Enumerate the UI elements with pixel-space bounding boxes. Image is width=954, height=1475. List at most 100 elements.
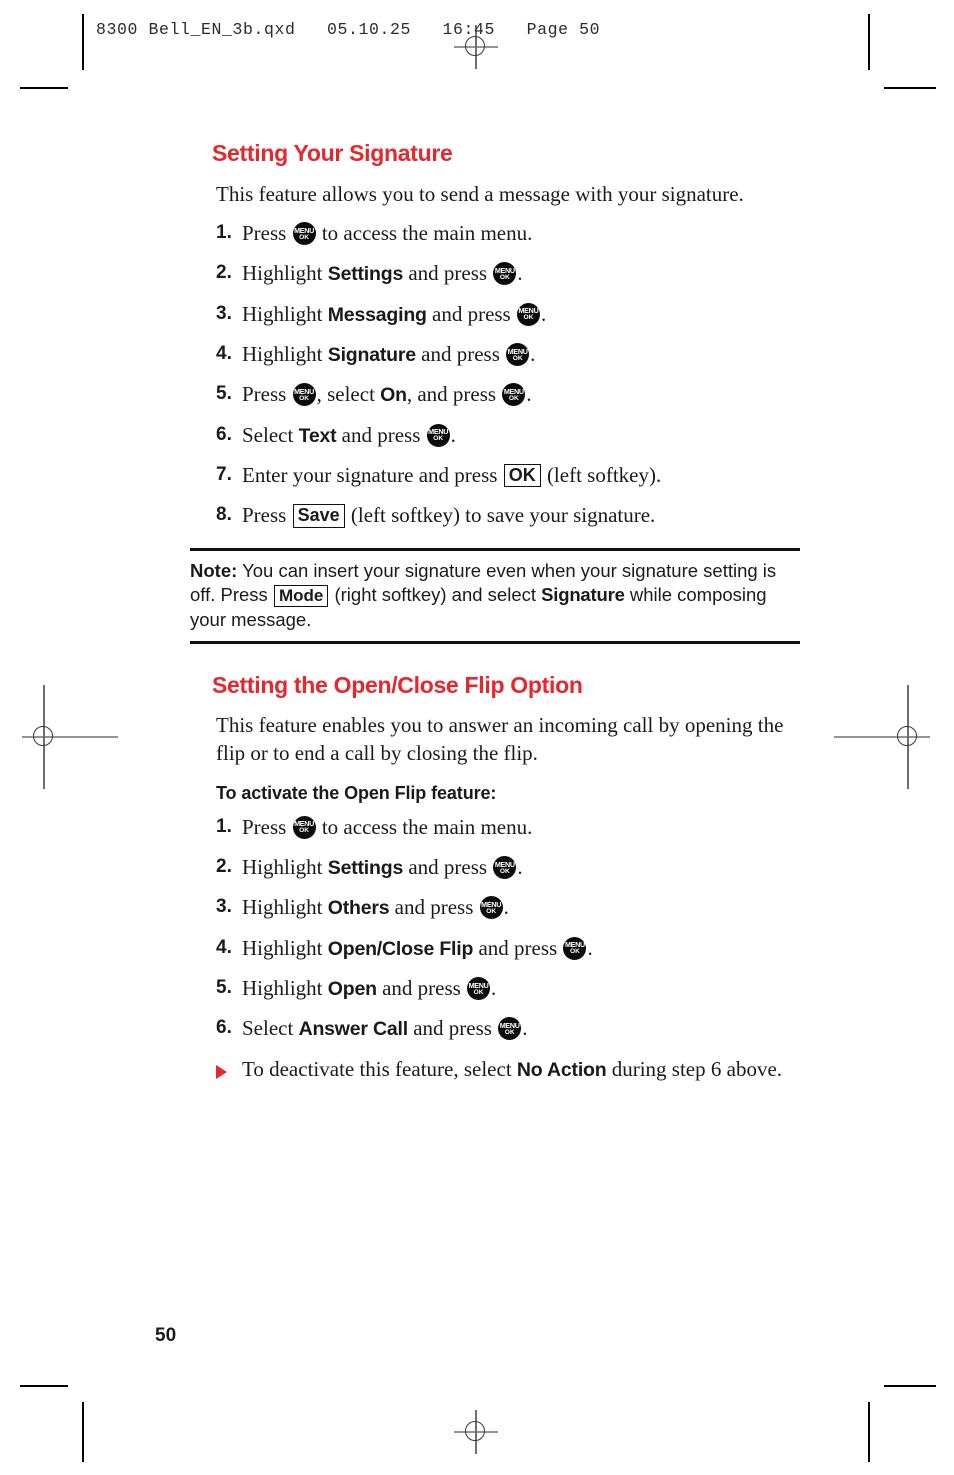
- step-text: Enter your signature and press OK (left …: [242, 463, 662, 488]
- menu-ok-key-icon: MENU OK: [493, 856, 517, 880]
- crop-mark-top-right-vertical: [868, 14, 870, 70]
- step-item: 5. Press MENU OK, select On, and press MEN…: [190, 381, 810, 408]
- step-number: 2.: [216, 262, 232, 284]
- crop-mark-top-left-horizontal: [20, 87, 68, 89]
- menu-ok-key-icon: MENU OK: [502, 383, 526, 407]
- menu-ok-key-icon-line2: OK: [523, 314, 534, 322]
- step-list-open-flip: 1. Press MENU OK to access the main menu. 2…: [190, 814, 810, 1043]
- menu-ok-key-icon: MENU OK: [292, 222, 316, 246]
- step-text: Highlight Open and press MENU OK.: [242, 976, 497, 1001]
- step-number: 5.: [216, 977, 232, 999]
- section-intro: This feature enables you to answer an in…: [216, 712, 784, 765]
- bullet-text: To deactivate this feature, select No Ac…: [242, 1056, 783, 1081]
- menu-ok-key-icon-line2: OK: [433, 435, 444, 443]
- crop-mark-bottom-left-horizontal: [20, 1385, 68, 1387]
- step-number: 1.: [216, 815, 232, 837]
- section-subheading: To activate the Open Flip feature:: [216, 782, 497, 803]
- registration-mark-bottom: [454, 1410, 498, 1454]
- bullet-list-deactivate: To deactivate this feature, select No Ac…: [190, 1056, 810, 1084]
- print-slug-header: 8300 Bell_EN_3b.qxd 05.10.25 16:45 Page …: [96, 20, 601, 39]
- bullet-item: To deactivate this feature, select No Ac…: [190, 1056, 810, 1084]
- step-item: 2. Highlight Settings and press MENU OK.: [190, 854, 810, 881]
- step-item: 4. Highlight Open/Close Flip and press ME…: [190, 935, 810, 962]
- crop-mark-top-right-horizontal: [884, 87, 936, 89]
- step-item: 3. Highlight Others and press MENU OK.: [190, 894, 810, 921]
- registration-mark-left: [22, 685, 118, 789]
- ui-term: No Action: [516, 1058, 607, 1081]
- menu-ok-key-icon-line2: OK: [499, 867, 510, 875]
- note-text: Note: You can insert your signature even…: [190, 559, 777, 630]
- step-text: Press Save (left softkey) to save your s…: [242, 503, 656, 528]
- step-number: 1.: [216, 222, 232, 244]
- section-title: Setting the Open/Close Flip Option: [212, 671, 583, 698]
- menu-ok-key-icon-line2: OK: [299, 827, 310, 835]
- section-setting-your-signature: Setting Your Signature This feature allo…: [190, 140, 810, 644]
- page-content: Setting Your Signature This feature allo…: [190, 140, 810, 1090]
- step-item: 6. Select Answer Call and press MENU OK.: [190, 1015, 810, 1042]
- step-item: 3. Highlight Messaging and press MENU OK.: [190, 301, 810, 328]
- menu-ok-key-icon: MENU OK: [292, 383, 316, 407]
- menu-ok-key-icon: MENU OK: [292, 815, 316, 839]
- step-text: Highlight Settings and press MENU OK.: [242, 261, 523, 286]
- triangle-bullet-icon: [216, 1064, 227, 1079]
- step-text: Highlight Others and press MENU OK.: [242, 895, 509, 920]
- step-number: 4.: [216, 343, 232, 365]
- ui-term: Settings: [327, 263, 404, 286]
- menu-ok-key-icon-line2: OK: [569, 948, 580, 956]
- page-number: 50: [155, 1325, 177, 1346]
- menu-ok-key-icon-line1: MENU: [494, 859, 515, 869]
- step-text: Select Text and press MENU OK.: [242, 422, 456, 447]
- menu-ok-key-icon-line1: MENU: [294, 225, 315, 235]
- step-item: 1. Press MENU OK to access the main menu.: [190, 814, 810, 841]
- ui-term: Others: [327, 897, 390, 920]
- step-number: 8.: [216, 504, 232, 526]
- note-block: Note: You can insert your signature even…: [190, 547, 800, 644]
- ui-term: Open/Close Flip: [327, 937, 474, 960]
- step-text: Highlight Signature and press MENU OK.: [242, 342, 536, 367]
- step-item: 4. Highlight Signature and press MENU OK.: [190, 341, 810, 368]
- step-text: Press MENU OK, select On, and press MENU O…: [242, 382, 532, 407]
- menu-ok-key-icon: MENU OK: [563, 936, 587, 960]
- menu-ok-key-icon-line1: MENU: [468, 980, 489, 990]
- ui-term: Text: [298, 424, 337, 447]
- menu-ok-key-icon-line2: OK: [299, 394, 310, 402]
- ui-term: Open: [327, 978, 377, 1001]
- softkey-label-ok: OK: [503, 464, 541, 488]
- note-rule-bottom: [190, 640, 800, 644]
- ui-term: Signature: [541, 584, 625, 606]
- step-item: 7. Enter your signature and press OK (lef…: [190, 462, 810, 489]
- menu-ok-key-icon-line2: OK: [486, 907, 497, 915]
- step-text: Press MENU OK to access the main menu.: [242, 221, 533, 246]
- section-setting-open-close-flip: Setting the Open/Close Flip Option This …: [190, 672, 810, 1084]
- softkey-label-save: Save: [292, 504, 345, 528]
- step-number: 6.: [216, 423, 232, 445]
- section-title: Setting Your Signature: [212, 140, 453, 166]
- ui-term: Messaging: [327, 303, 427, 326]
- note-label: Note:: [190, 559, 238, 581]
- menu-ok-key-icon: MENU OK: [479, 896, 503, 920]
- menu-ok-key-icon: MENU OK: [498, 1017, 522, 1041]
- menu-ok-key-icon: MENU OK: [426, 423, 450, 447]
- step-item: 1. Press MENU OK to access the main menu.: [190, 220, 810, 247]
- step-item: 8. Press Save (left softkey) to save your…: [190, 502, 810, 529]
- crop-mark-top-left-vertical: [82, 14, 84, 70]
- menu-ok-key-icon: MENU OK: [516, 302, 540, 326]
- menu-ok-key-icon-line1: MENU: [507, 346, 528, 356]
- menu-ok-key-icon-line2: OK: [473, 988, 484, 996]
- step-number: 7.: [216, 464, 232, 486]
- crop-mark-bottom-left-vertical: [82, 1402, 84, 1462]
- menu-ok-key-icon-line2: OK: [299, 233, 310, 241]
- step-number: 3.: [216, 896, 232, 918]
- menu-ok-key-icon-line2: OK: [508, 394, 519, 402]
- step-item: 5. Highlight Open and press MENU OK.: [190, 975, 810, 1002]
- step-item: 2. Highlight Settings and press MENU OK.: [190, 260, 810, 287]
- step-number: 5.: [216, 383, 232, 405]
- ui-term: Signature: [327, 344, 416, 367]
- ui-term: Answer Call: [298, 1018, 409, 1041]
- crop-mark-bottom-right-vertical: [868, 1402, 870, 1462]
- ui-term: On: [380, 384, 407, 407]
- step-text: Select Answer Call and press MENU OK.: [242, 1016, 528, 1041]
- step-text: Highlight Settings and press MENU OK.: [242, 855, 523, 880]
- step-text: Highlight Messaging and press MENU OK.: [242, 301, 547, 326]
- step-number: 3.: [216, 302, 232, 324]
